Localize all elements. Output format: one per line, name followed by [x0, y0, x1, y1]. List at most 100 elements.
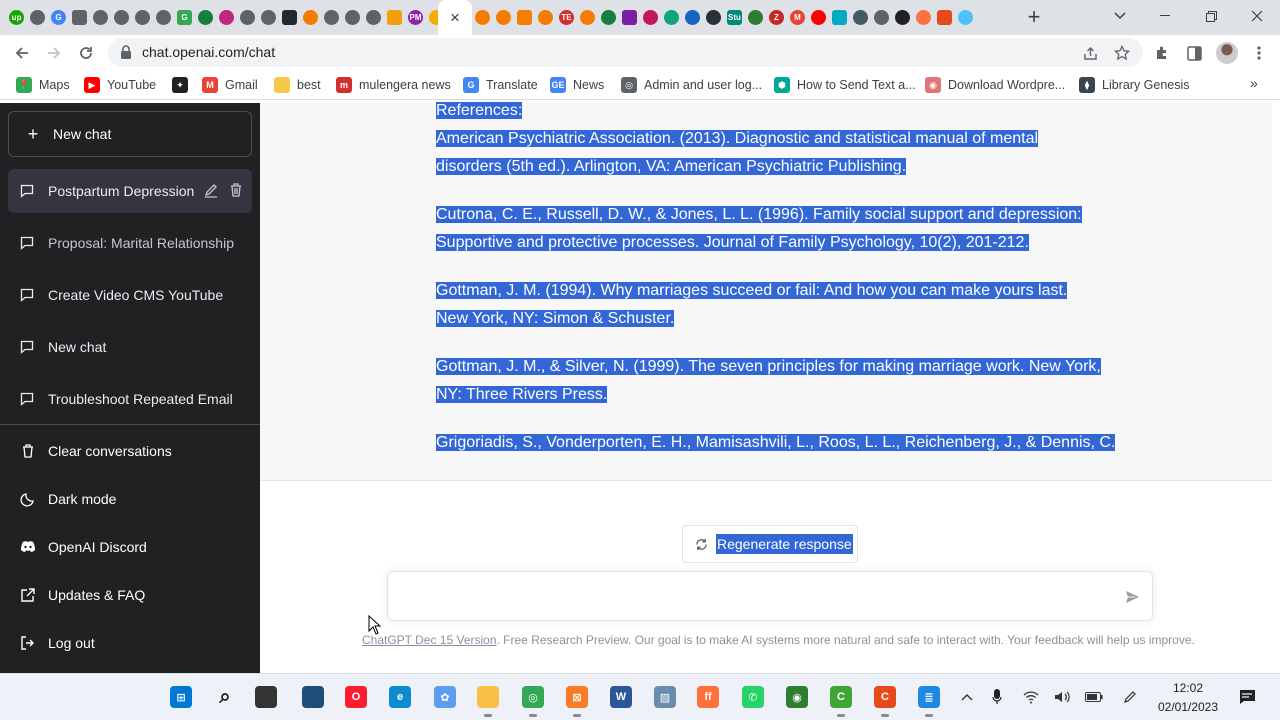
tab[interactable]: Z — [766, 7, 787, 27]
whatsapp-taskbar-button[interactable]: ✆ — [739, 683, 767, 711]
openai-discord-link[interactable]: OpenAI Discord — [8, 525, 252, 569]
trash-icon[interactable] — [228, 182, 244, 198]
scrollbar[interactable] — [1272, 103, 1280, 673]
tab[interactable] — [363, 7, 384, 27]
restore-icon[interactable] — [1188, 0, 1234, 32]
search-taskbar-button[interactable]: ⌕ — [211, 683, 239, 711]
tab[interactable] — [132, 7, 153, 27]
bookmark-gmail[interactable]: M Gmail — [202, 75, 258, 95]
tab[interactable] — [153, 7, 174, 27]
tab[interactable] — [598, 7, 619, 27]
tab[interactable] — [535, 7, 556, 27]
close-tab-icon[interactable]: × — [450, 8, 460, 28]
extensions-icon[interactable] — [1151, 42, 1173, 64]
battery-icon[interactable] — [1085, 688, 1103, 706]
camtasia-red-taskbar-button[interactable]: C — [871, 683, 899, 717]
tab[interactable] — [472, 7, 493, 27]
tab[interactable] — [955, 7, 976, 27]
bookmark-maps[interactable]: 📍 Maps — [16, 75, 70, 95]
conversation-item-new-chat[interactable]: New chat — [8, 325, 252, 369]
tab[interactable] — [850, 7, 871, 27]
tab[interactable] — [237, 7, 258, 27]
network-app-taskbar-button[interactable]: ◉ — [783, 683, 811, 711]
log-out-button[interactable]: Log out — [8, 621, 252, 665]
tab[interactable] — [514, 7, 535, 27]
tab[interactable] — [90, 7, 111, 27]
tab[interactable] — [216, 7, 237, 27]
close-window-icon[interactable] — [1234, 0, 1280, 32]
tab[interactable] — [279, 7, 300, 27]
tab[interactable] — [27, 7, 48, 27]
bookmark-how-to-send[interactable]: ⬢ How to Send Text a... — [774, 75, 916, 95]
bookmark-library-genesis[interactable]: ⧫ Library Genesis — [1079, 75, 1190, 95]
bookmark-youtube[interactable]: ▶ YouTube — [84, 75, 156, 95]
widgets-taskbar-button[interactable] — [299, 683, 327, 711]
new-chat-button[interactable]: + New chat — [8, 111, 252, 157]
tab[interactable] — [892, 7, 913, 27]
conversation-item-create-video-cms[interactable]: Create Video CMS YouTube — [8, 273, 252, 317]
new-tab-button[interactable]: + — [1022, 4, 1046, 30]
edit-icon[interactable] — [203, 182, 219, 198]
tab[interactable] — [661, 7, 682, 27]
tab[interactable] — [300, 7, 321, 27]
tab[interactable] — [745, 7, 766, 27]
browser-menu-icon[interactable] — [1248, 42, 1270, 64]
opera-taskbar-button[interactable]: O — [342, 683, 370, 711]
chevron-up-icon[interactable] — [958, 688, 976, 706]
bookmark-download-wordpress[interactable]: ◉ Download Wordpre... — [925, 75, 1065, 95]
dark-mode-button[interactable]: Dark mode — [8, 477, 252, 521]
tab[interactable] — [384, 7, 405, 27]
forward-icon[interactable] — [40, 39, 68, 67]
tab[interactable] — [703, 7, 724, 27]
updates-faq-link[interactable]: Updates & FAQ — [8, 573, 252, 617]
start-taskbar-button[interactable]: ⊞ — [167, 683, 195, 711]
tab[interactable]: G — [48, 7, 69, 27]
tab[interactable] — [321, 7, 342, 27]
profile-avatar[interactable] — [1216, 42, 1238, 64]
tab[interactable] — [808, 7, 829, 27]
app-taskbar-button[interactable]: ✿ — [431, 683, 459, 711]
tab[interactable] — [493, 7, 514, 27]
notepad-taskbar-button[interactable]: ≣ — [915, 683, 943, 717]
bookmark-translate[interactable]: G Translate — [463, 75, 538, 95]
tab[interactable] — [69, 7, 90, 27]
minimize-icon[interactable] — [1142, 0, 1188, 32]
file-explorer-taskbar-button[interactable] — [474, 683, 502, 717]
bookmark-unnamed[interactable]: ✦ — [172, 75, 195, 95]
notification-icon[interactable] — [1238, 688, 1256, 706]
tab[interactable] — [913, 7, 934, 27]
send-icon[interactable] — [1124, 589, 1140, 605]
address-bar[interactable]: chat.openai.com/chat — [108, 38, 1143, 67]
bookmark-mulengera[interactable]: m mulengera news — [336, 75, 451, 95]
tab[interactable] — [258, 7, 279, 27]
tab[interactable] — [829, 7, 850, 27]
tab[interactable] — [871, 7, 892, 27]
chrome-taskbar-button[interactable]: ◎ — [519, 683, 547, 717]
conversation-item-proposal[interactable]: Proposal: Marital Relationship, — [8, 221, 252, 265]
pen-icon[interactable] — [1121, 688, 1139, 706]
bookmark-news[interactable]: GE News — [550, 75, 604, 95]
word-taskbar-button[interactable]: W — [607, 683, 635, 711]
share-icon[interactable] — [1080, 43, 1100, 63]
regenerate-response-button[interactable]: Regenerate response — [682, 525, 858, 563]
tab[interactable] — [577, 7, 598, 27]
side-panel-icon[interactable] — [1183, 42, 1205, 64]
photos-taskbar-button[interactable]: ▨ — [651, 683, 679, 711]
tab-search-icon[interactable] — [1110, 6, 1130, 26]
bookmark-best[interactable]: best — [274, 75, 321, 95]
active-tab[interactable]: × — [438, 0, 472, 35]
tab[interactable] — [111, 7, 132, 27]
star-icon[interactable] — [1112, 43, 1132, 63]
tab[interactable] — [934, 7, 955, 27]
system-clock[interactable]: 12:02 02/01/2023 — [1150, 679, 1226, 717]
back-icon[interactable] — [8, 39, 36, 67]
conversation-item-postpartum-depression[interactable]: Postpartum Depression — [8, 169, 252, 213]
reload-icon[interactable] — [72, 39, 100, 67]
bookmarks-overflow-icon[interactable]: » — [1250, 75, 1258, 91]
tab[interactable]: M — [787, 7, 808, 27]
tab[interactable]: G — [174, 7, 195, 27]
tab[interactable]: PM — [405, 7, 426, 27]
task-view-taskbar-button[interactable] — [252, 683, 280, 711]
chatgpt-version-link[interactable]: ChatGPT Dec 15 Version — [362, 633, 497, 647]
edge-taskbar-button[interactable]: e — [386, 683, 414, 711]
